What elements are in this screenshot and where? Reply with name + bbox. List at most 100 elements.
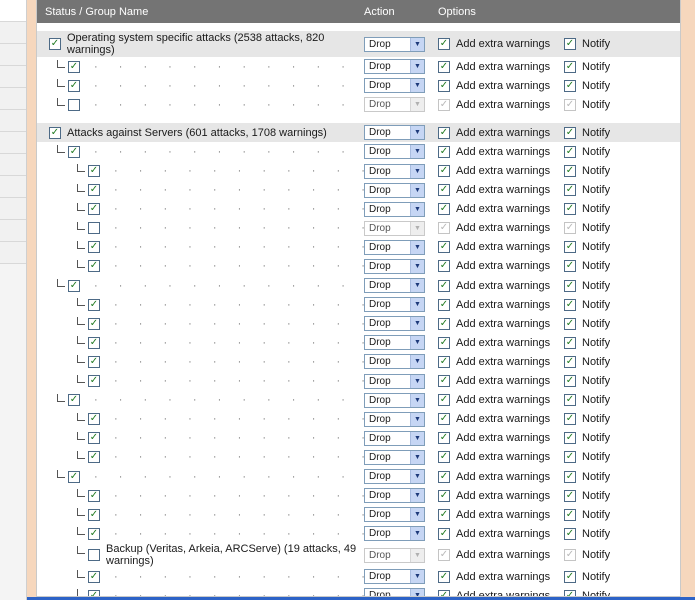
action-select[interactable]: Drop ▼ bbox=[364, 201, 425, 217]
group-enabled-checkbox[interactable] bbox=[68, 145, 80, 158]
add-extra-warnings-checkbox[interactable] bbox=[438, 222, 450, 235]
add-extra-warnings-checkbox[interactable] bbox=[438, 470, 450, 483]
nav-strip-item[interactable] bbox=[0, 132, 26, 154]
notify-checkbox[interactable] bbox=[564, 60, 576, 73]
notify-checkbox[interactable] bbox=[564, 98, 576, 111]
add-extra-warnings-checkbox[interactable] bbox=[438, 317, 450, 330]
nav-strip-item[interactable] bbox=[0, 176, 26, 198]
action-select[interactable]: Drop ▼ bbox=[364, 547, 425, 563]
action-select[interactable]: Drop ▼ bbox=[364, 239, 425, 255]
add-extra-warnings-checkbox[interactable] bbox=[438, 241, 450, 254]
group-enabled-checkbox[interactable] bbox=[49, 38, 61, 50]
chevron-down-icon[interactable]: ▼ bbox=[410, 412, 424, 426]
chevron-down-icon[interactable]: ▼ bbox=[410, 489, 424, 503]
notify-checkbox[interactable] bbox=[564, 203, 576, 216]
group-enabled-checkbox[interactable] bbox=[88, 298, 100, 311]
action-select[interactable]: Drop ▼ bbox=[364, 163, 425, 179]
notify-checkbox[interactable] bbox=[564, 413, 576, 426]
add-extra-warnings-checkbox[interactable] bbox=[438, 38, 450, 50]
notify-checkbox[interactable] bbox=[564, 570, 576, 583]
action-select[interactable]: Drop ▼ bbox=[364, 488, 425, 504]
add-extra-warnings-checkbox[interactable] bbox=[438, 298, 450, 311]
add-extra-warnings-checkbox[interactable] bbox=[438, 375, 450, 388]
notify-checkbox[interactable] bbox=[564, 317, 576, 330]
group-enabled-checkbox[interactable] bbox=[88, 508, 100, 521]
notify-checkbox[interactable] bbox=[564, 260, 576, 273]
group-enabled-checkbox[interactable] bbox=[88, 489, 100, 502]
add-extra-warnings-checkbox[interactable] bbox=[438, 336, 450, 349]
add-extra-warnings-checkbox[interactable] bbox=[438, 432, 450, 445]
add-extra-warnings-checkbox[interactable] bbox=[438, 549, 450, 562]
group-enabled-checkbox[interactable] bbox=[88, 413, 100, 426]
chevron-down-icon[interactable]: ▼ bbox=[410, 508, 424, 522]
add-extra-warnings-checkbox[interactable] bbox=[438, 126, 450, 139]
notify-checkbox[interactable] bbox=[564, 126, 576, 139]
nav-strip-item[interactable] bbox=[0, 44, 26, 66]
notify-checkbox[interactable] bbox=[564, 470, 576, 483]
chevron-down-icon[interactable]: ▼ bbox=[410, 450, 424, 464]
action-select[interactable]: Drop ▼ bbox=[364, 297, 425, 313]
add-extra-warnings-checkbox[interactable] bbox=[438, 394, 450, 407]
notify-checkbox[interactable] bbox=[564, 394, 576, 407]
notify-checkbox[interactable] bbox=[564, 241, 576, 254]
action-select[interactable]: Drop ▼ bbox=[364, 411, 425, 427]
group-enabled-checkbox[interactable] bbox=[88, 355, 100, 368]
notify-checkbox[interactable] bbox=[564, 527, 576, 540]
nav-strip-item[interactable] bbox=[0, 22, 26, 44]
nav-strip-item[interactable] bbox=[0, 198, 26, 220]
add-extra-warnings-checkbox[interactable] bbox=[438, 589, 450, 596]
group-enabled-checkbox[interactable] bbox=[88, 317, 100, 330]
action-select[interactable]: Drop ▼ bbox=[364, 144, 425, 160]
action-select[interactable]: Drop ▼ bbox=[364, 316, 425, 332]
action-select[interactable]: Drop ▼ bbox=[364, 36, 425, 52]
notify-checkbox[interactable] bbox=[564, 298, 576, 311]
chevron-down-icon[interactable]: ▼ bbox=[410, 240, 424, 254]
chevron-down-icon[interactable]: ▼ bbox=[410, 355, 424, 369]
group-enabled-checkbox[interactable] bbox=[88, 570, 100, 583]
chevron-down-icon[interactable]: ▼ bbox=[410, 548, 424, 562]
chevron-down-icon[interactable]: ▼ bbox=[410, 259, 424, 273]
nav-strip-item[interactable] bbox=[0, 220, 26, 242]
chevron-down-icon[interactable]: ▼ bbox=[410, 202, 424, 216]
chevron-down-icon[interactable]: ▼ bbox=[410, 336, 424, 350]
add-extra-warnings-checkbox[interactable] bbox=[438, 413, 450, 426]
nav-strip-item[interactable] bbox=[0, 110, 26, 132]
action-select[interactable]: Drop ▼ bbox=[364, 182, 425, 198]
add-extra-warnings-checkbox[interactable] bbox=[438, 355, 450, 368]
notify-checkbox[interactable] bbox=[564, 451, 576, 464]
action-select[interactable]: Drop ▼ bbox=[364, 469, 425, 485]
group-enabled-checkbox[interactable] bbox=[88, 241, 100, 254]
chevron-down-icon[interactable]: ▼ bbox=[410, 374, 424, 388]
chevron-down-icon[interactable]: ▼ bbox=[410, 221, 424, 235]
add-extra-warnings-checkbox[interactable] bbox=[438, 60, 450, 73]
action-select[interactable]: Drop ▼ bbox=[364, 125, 425, 141]
notify-checkbox[interactable] bbox=[564, 336, 576, 349]
nav-strip-item[interactable] bbox=[0, 0, 26, 22]
action-select[interactable]: Drop ▼ bbox=[364, 220, 425, 236]
group-enabled-checkbox[interactable] bbox=[68, 279, 80, 292]
add-extra-warnings-checkbox[interactable] bbox=[438, 508, 450, 521]
action-select[interactable]: Drop ▼ bbox=[364, 335, 425, 351]
action-select[interactable]: Drop ▼ bbox=[364, 278, 425, 294]
add-extra-warnings-checkbox[interactable] bbox=[438, 451, 450, 464]
action-select[interactable]: Drop ▼ bbox=[364, 507, 425, 523]
nav-strip-item[interactable] bbox=[0, 88, 26, 110]
chevron-down-icon[interactable]: ▼ bbox=[410, 527, 424, 541]
group-enabled-checkbox[interactable] bbox=[68, 79, 80, 92]
chevron-down-icon[interactable]: ▼ bbox=[410, 183, 424, 197]
group-enabled-checkbox[interactable] bbox=[68, 394, 80, 407]
action-select[interactable]: Drop ▼ bbox=[364, 59, 425, 75]
nav-strip-item[interactable] bbox=[0, 66, 26, 88]
chevron-down-icon[interactable]: ▼ bbox=[410, 279, 424, 293]
notify-checkbox[interactable] bbox=[564, 489, 576, 502]
notify-checkbox[interactable] bbox=[564, 549, 576, 562]
notify-checkbox[interactable] bbox=[564, 508, 576, 521]
group-enabled-checkbox[interactable] bbox=[88, 184, 100, 197]
action-select[interactable]: Drop ▼ bbox=[364, 392, 425, 408]
chevron-down-icon[interactable]: ▼ bbox=[410, 145, 424, 159]
notify-checkbox[interactable] bbox=[564, 222, 576, 235]
notify-checkbox[interactable] bbox=[564, 165, 576, 178]
add-extra-warnings-checkbox[interactable] bbox=[438, 203, 450, 216]
group-enabled-checkbox[interactable] bbox=[68, 470, 80, 483]
chevron-down-icon[interactable]: ▼ bbox=[410, 470, 424, 484]
